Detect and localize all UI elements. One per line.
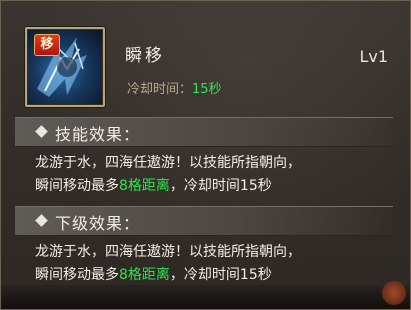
current-effect-line2: 瞬间移动最多8格距离，冷却时间15秒: [35, 175, 395, 198]
background-toolbar: [1, 285, 410, 309]
bottom-emblem-icon: [382, 281, 406, 305]
next-effect-line2: 瞬间移动最多8格距离，冷却时间15秒: [35, 264, 395, 287]
skill-level: Lv1: [359, 47, 388, 66]
current-effect-description: 龙游于水，四海任遨游！以技能所指朝向， 瞬间移动最多8格距离，冷却时间15秒: [35, 152, 395, 198]
current-effect-line2-post: ，冷却时间15秒: [169, 178, 272, 194]
skill-tooltip: 移 瞬移 Lv1 冷却时间：15秒 技能效果： 龙游于水，四海任遨游！以技能所指…: [0, 0, 411, 310]
diamond-icon: [35, 125, 48, 138]
current-effect-header: 技能效果：: [15, 117, 393, 147]
current-effect-distance: 8格距离: [119, 178, 170, 194]
next-effect-title: 下级效果：: [55, 214, 141, 233]
cooldown-line: 冷却时间：15秒: [127, 78, 222, 97]
diamond-icon: [35, 214, 48, 227]
next-effect-header: 下级效果：: [15, 206, 393, 236]
next-effect-distance: 8格距离: [119, 267, 170, 283]
next-effect-line2-post: ，冷却时间15秒: [169, 267, 272, 283]
skill-name: 瞬移: [125, 46, 165, 66]
next-effect-line2-pre: 瞬间移动最多: [35, 267, 119, 283]
cooldown-value: 15秒: [192, 82, 222, 97]
current-effect-title: 技能效果：: [55, 125, 141, 144]
current-effect-line1: 龙游于水，四海任遨游！以技能所指朝向，: [35, 155, 301, 171]
skill-type-tag: 移: [34, 34, 60, 56]
next-effect-description: 龙游于水，四海任遨游！以技能所指朝向， 瞬间移动最多8格距离，冷却时间15秒: [35, 241, 395, 287]
current-effect-line2-pre: 瞬间移动最多: [35, 178, 119, 194]
next-effect-line1: 龙游于水，四海任遨游！以技能所指朝向，: [35, 244, 301, 260]
cooldown-label: 冷却时间：: [127, 82, 193, 97]
